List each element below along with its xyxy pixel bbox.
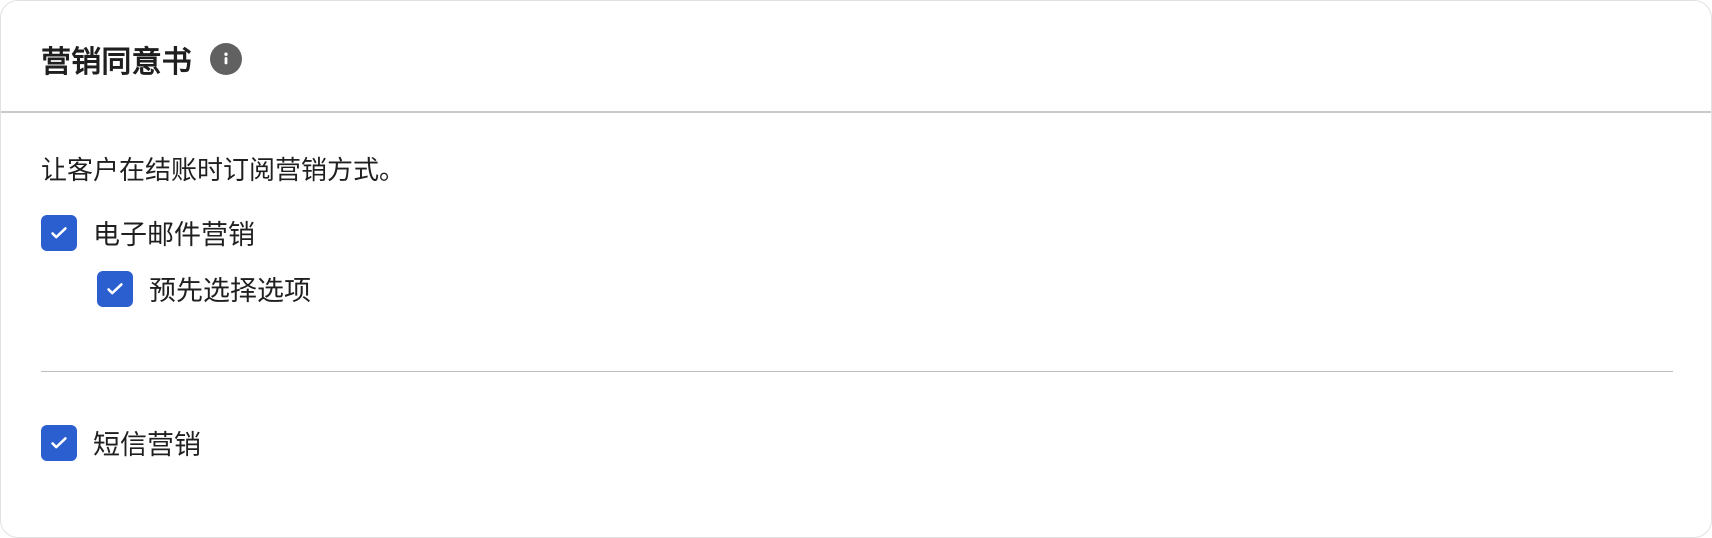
- card-header: 营销同意书: [1, 1, 1711, 113]
- email-marketing-checkbox[interactable]: [41, 214, 77, 251]
- info-icon[interactable]: [210, 43, 242, 75]
- title-row: 营销同意书: [41, 37, 242, 81]
- email-marketing-label: 电子邮件营销: [93, 220, 255, 251]
- sms-marketing-checkbox[interactable]: [41, 424, 77, 461]
- marketing-consent-card: 营销同意书 让客户在结账时订阅营销方式。 电子邮件营销 预先选择选项 短信营销: [0, 0, 1712, 538]
- preselect-checkbox[interactable]: [97, 270, 133, 307]
- sms-marketing-option[interactable]: 短信营销: [41, 423, 201, 462]
- check-icon: [107, 282, 123, 294]
- description-text: 让客户在结账时订阅营销方式。: [41, 156, 406, 186]
- card-content: 让客户在结账时订阅营销方式。: [41, 156, 1671, 187]
- check-icon: [51, 436, 67, 448]
- email-marketing-option[interactable]: 电子邮件营销: [41, 213, 255, 252]
- page-title: 营销同意书: [41, 45, 192, 80]
- preselect-option[interactable]: 预先选择选项: [97, 269, 311, 308]
- sms-marketing-label: 短信营销: [93, 430, 201, 461]
- section-divider: [41, 371, 1673, 372]
- preselect-label: 预先选择选项: [149, 276, 311, 307]
- check-icon: [51, 226, 67, 238]
